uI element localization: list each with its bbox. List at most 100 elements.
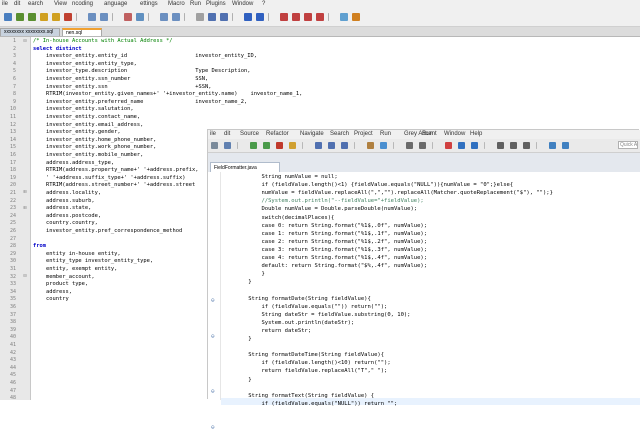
toolbar-icon[interactable] [304, 13, 312, 21]
eclipse-toolbar-icon[interactable] [289, 142, 296, 149]
toolbar-icon[interactable] [136, 13, 144, 21]
npp-menu-item[interactable]: Plugins [206, 1, 226, 7]
tab-fieldformatter[interactable]: FieldFormatter.java [210, 162, 280, 172]
eclipse-toolbar-icon[interactable] [536, 142, 537, 149]
eclipse-toolbar-icon[interactable] [406, 142, 413, 149]
npp-menu-item[interactable]: anguage [104, 1, 127, 7]
collapse-marker-icon[interactable]: ⊖ [211, 388, 215, 395]
eclipse-menu-item[interactable]: Navigate [300, 131, 324, 137]
toolbar-icon[interactable] [352, 13, 360, 21]
toolbar-icon[interactable] [52, 13, 60, 21]
eclipse-toolbar-icon[interactable] [497, 142, 504, 149]
toolbar-icon[interactable] [172, 13, 180, 21]
line-number: 37 [9, 311, 16, 318]
eclipse-menu-item[interactable]: Window [444, 131, 465, 137]
toolbar-icon[interactable] [148, 13, 149, 21]
tab-sql[interactable]: xxxxxxxx xxxxxxxx.sql [0, 28, 60, 36]
toolbar-icon[interactable] [112, 13, 113, 21]
eclipse-menu-item[interactable]: dit [224, 131, 230, 137]
eclipse-menu-item[interactable]: Run [422, 131, 433, 137]
eclipse-menu-item[interactable]: Project [354, 131, 373, 137]
toolbar-icon[interactable] [64, 13, 72, 21]
eclipse-toolbar-icon[interactable] [458, 142, 465, 149]
eclipse-toolbar-icon[interactable] [523, 142, 530, 149]
collapse-marker-icon[interactable]: ⊖ [211, 333, 215, 340]
eclipse-menu-item[interactable]: ile [210, 131, 216, 137]
eclipse-menu-item[interactable]: Refactor [266, 131, 289, 137]
toolbar-icon[interactable] [280, 13, 288, 21]
eclipse-toolbar-icon[interactable] [432, 142, 433, 149]
eclipse-toolbar-icon[interactable] [302, 142, 303, 149]
eclipse-toolbar-icon[interactable] [549, 142, 556, 149]
toolbar-icon[interactable] [76, 13, 77, 21]
toolbar-icon[interactable] [208, 13, 216, 21]
code-line: entity_type investor_entity_type, [33, 258, 154, 265]
eclipse-toolbar-icon[interactable] [328, 142, 335, 149]
toolbar-icon[interactable] [316, 13, 324, 21]
eclipse-toolbar-icon[interactable] [367, 142, 374, 149]
toolbar-icon[interactable] [292, 13, 300, 21]
toolbar-icon[interactable] [184, 13, 185, 21]
eclipse-toolbar-icon[interactable] [237, 142, 238, 149]
toolbar-icon[interactable] [160, 13, 168, 21]
npp-menu-item[interactable]: ? [262, 1, 265, 7]
eclipse-toolbar-icon[interactable] [354, 142, 355, 149]
eclipse-toolbar-icon[interactable] [250, 142, 257, 149]
toolbar-icon[interactable] [340, 13, 348, 21]
toolbar-icon[interactable] [232, 13, 233, 21]
toolbar-icon[interactable] [16, 13, 24, 21]
npp-menu-item[interactable]: Window [232, 1, 253, 7]
eclipse-toolbar-icon[interactable] [393, 142, 394, 149]
eclipse-toolbar-icon[interactable] [224, 142, 231, 149]
eclipse-toolbar-icon[interactable] [484, 142, 485, 149]
npp-menu-item[interactable]: Run [190, 1, 201, 7]
eclipse-menu-item[interactable]: Source [240, 131, 259, 137]
fold-marker-icon[interactable]: ⊞ [22, 189, 28, 195]
code-line: investor_entity.email_address, [33, 121, 144, 128]
collapse-marker-icon[interactable]: ⊖ [211, 297, 215, 304]
line-number: 12 [9, 121, 16, 128]
toolbar-icon[interactable] [268, 13, 269, 21]
eclipse-toolbar-icon[interactable] [341, 142, 348, 149]
eclipse-toolbar-icon[interactable] [445, 142, 452, 149]
toolbar-icon[interactable] [196, 13, 204, 21]
eclipse-toolbar-icon[interactable] [211, 142, 218, 149]
npp-menu-item[interactable]: View [54, 1, 67, 7]
eclipse-menu-item[interactable]: Run [380, 131, 391, 137]
eclipse-menu-item[interactable]: Search [330, 131, 349, 137]
toolbar-icon[interactable] [328, 13, 329, 21]
toolbar-icon[interactable] [100, 13, 108, 21]
npp-menu-item[interactable]: ettings [140, 1, 158, 7]
eclipse-toolbar-icon[interactable] [263, 142, 270, 149]
eclipse-toolbar-icon[interactable] [562, 142, 569, 149]
toolbar-icon[interactable] [88, 13, 96, 21]
toolbar-icon[interactable] [4, 13, 12, 21]
eclipse-toolbar-icon[interactable] [380, 142, 387, 149]
toolbar-icon[interactable] [28, 13, 36, 21]
tab-active-sql[interactable]: nen.sql [62, 28, 102, 36]
fold-marker-icon[interactable]: ⊟ [22, 273, 28, 279]
toolbar-icon[interactable] [40, 13, 48, 21]
toolbar-icon[interactable] [244, 13, 252, 21]
toolbar-icon[interactable] [220, 13, 228, 21]
npp-menu-item[interactable]: ncoding [72, 1, 93, 7]
toolbar-icon[interactable] [256, 13, 264, 21]
npp-menu-item[interactable]: dit [14, 1, 20, 7]
npp-menu-item[interactable]: earch [28, 1, 43, 7]
eclipse-toolbar-icon[interactable] [419, 142, 426, 149]
eclipse-editor[interactable]: String numValue = null; if (fieldValue.l… [221, 172, 640, 407]
fold-marker-icon[interactable]: ⊞ [22, 205, 28, 211]
java-code-line: String numValue = null; [235, 174, 338, 180]
eclipse-toolbar-icon[interactable] [315, 142, 322, 149]
eclipse-menu-item[interactable]: Help [470, 131, 482, 137]
quick-access-input[interactable]: Quick Ac [618, 141, 638, 149]
eclipse-toolbar-icon[interactable] [510, 142, 517, 149]
code-line: RTRIM(address.street_number+' '+address.… [33, 182, 196, 189]
npp-menu-item[interactable]: ile [2, 1, 8, 7]
npp-menu-item[interactable]: Macro [168, 1, 185, 7]
collapse-marker-icon[interactable]: ⊖ [211, 424, 215, 431]
eclipse-toolbar-icon[interactable] [276, 142, 283, 149]
toolbar-icon[interactable] [124, 13, 132, 21]
fold-marker-icon[interactable]: ⊟ [22, 38, 28, 44]
eclipse-toolbar-icon[interactable] [471, 142, 478, 149]
